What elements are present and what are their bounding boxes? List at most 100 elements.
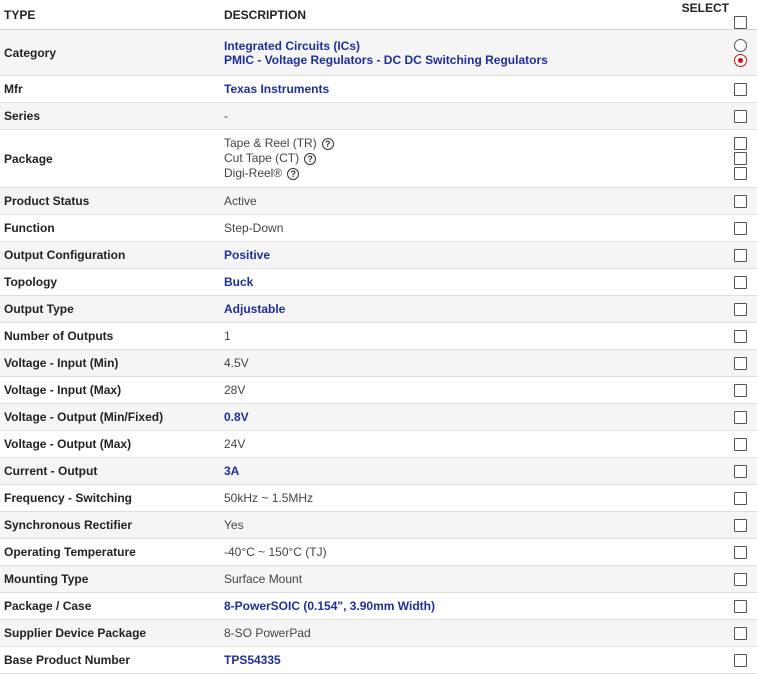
- select-checkbox[interactable]: [734, 152, 747, 166]
- value-link[interactable]: 3A: [224, 464, 239, 478]
- select-checkbox-function[interactable]: [734, 222, 747, 236]
- value-text: 8-SO PowerPad: [224, 626, 311, 641]
- select-checkbox-output-configuration[interactable]: [734, 249, 747, 263]
- select-checkbox-mfr[interactable]: [734, 83, 747, 97]
- select-cell: [667, 511, 757, 540]
- select-cell: [667, 187, 757, 216]
- select-checkbox-voltage-input-max[interactable]: [734, 384, 747, 398]
- table-row: Voltage - Output (Min/Fixed) 0.8V: [0, 403, 757, 432]
- table-row: Package Tape & Reel (TR)? Cut Tape (CT)? Di…: [0, 129, 757, 189]
- attribute-value: 8-PowerSOIC (0.154", 3.90mm Width): [220, 592, 667, 621]
- attribute-type: Output Type: [0, 295, 220, 324]
- select-checkbox-supplier-device-package[interactable]: [734, 627, 747, 641]
- select-checkbox-voltage-output-min-fixed[interactable]: [734, 411, 747, 425]
- value-link[interactable]: Texas Instruments: [224, 82, 329, 96]
- select-checkbox-series[interactable]: [734, 110, 747, 124]
- value-link[interactable]: Positive: [224, 248, 270, 262]
- attribute-value: Positive: [220, 241, 667, 270]
- select-checkbox-number-of-outputs[interactable]: [734, 330, 747, 344]
- select-cell: [667, 403, 757, 432]
- attribute-value: 3A: [220, 457, 667, 486]
- attribute-value: 4.5V: [220, 349, 667, 378]
- value-link[interactable]: Adjustable: [224, 302, 285, 316]
- value-link[interactable]: 0.8V: [224, 410, 249, 424]
- select-cell: [667, 619, 757, 648]
- select-cell: [667, 484, 757, 513]
- attribute-value: Yes: [220, 511, 667, 540]
- table-row: Mounting Type Surface Mount: [0, 565, 757, 594]
- attribute-rows: Category Integrated Circuits (ICs) PMIC - …: [0, 29, 757, 674]
- attribute-value: 0.8V: [220, 403, 667, 432]
- category-radio[interactable]: [734, 53, 747, 67]
- attribute-value: Texas Instruments: [220, 75, 667, 104]
- value-text: Tape & Reel (TR): [224, 136, 317, 151]
- select-checkbox-base-product-number[interactable]: [734, 654, 747, 668]
- select-checkbox-voltage-output-max[interactable]: [734, 438, 747, 452]
- select-cell: [667, 565, 757, 594]
- table-row: Product Status Active: [0, 187, 757, 216]
- value-text: -40°C ~ 150°C (TJ): [224, 545, 327, 560]
- attribute-type: Package / Case: [0, 592, 220, 621]
- table-row: Mfr Texas Instruments: [0, 75, 757, 104]
- attribute-value: TPS54335: [220, 646, 667, 674]
- select-checkbox[interactable]: [734, 167, 747, 181]
- table-row: Operating Temperature -40°C ~ 150°C (TJ): [0, 538, 757, 567]
- select-checkbox-voltage-input-min[interactable]: [734, 357, 747, 371]
- select-checkbox-output-type[interactable]: [734, 303, 747, 317]
- attribute-value: 1: [220, 322, 667, 351]
- select-checkbox-current-output[interactable]: [734, 465, 747, 479]
- select-checkbox-topology[interactable]: [734, 276, 747, 290]
- attribute-value: 28V: [220, 376, 667, 405]
- attribute-type: Voltage - Output (Min/Fixed): [0, 403, 220, 432]
- attribute-type: Topology: [0, 268, 220, 297]
- value-text: Digi-Reel®: [224, 166, 283, 181]
- attribute-type: Mfr: [0, 75, 220, 104]
- attribute-type: Voltage - Output (Max): [0, 430, 220, 459]
- value-link[interactable]: PMIC - Voltage Regulators - DC DC Switch…: [224, 53, 548, 67]
- attribute-value: -: [220, 102, 667, 131]
- attribute-value: Active: [220, 187, 667, 216]
- select-cell: [667, 295, 757, 324]
- attribute-value: Tape & Reel (TR)? Cut Tape (CT)? Digi-Reel…: [220, 129, 667, 189]
- product-attributes-table: TYPE DESCRIPTION SELECT Category Integrat…: [0, 0, 757, 674]
- attribute-value: 50kHz ~ 1.5MHz: [220, 484, 667, 513]
- select-checkbox-operating-temperature[interactable]: [734, 546, 747, 560]
- attribute-value: 24V: [220, 430, 667, 459]
- category-radio[interactable]: [734, 38, 747, 52]
- attribute-type: Mounting Type: [0, 565, 220, 594]
- select-column-label: SELECT: [681, 0, 729, 15]
- select-cell: [667, 349, 757, 378]
- select-cell: [667, 102, 757, 131]
- select-checkbox-package-case[interactable]: [734, 600, 747, 614]
- question-circle-icon[interactable]: ?: [304, 152, 317, 165]
- select-cell: [667, 241, 757, 270]
- select-checkbox[interactable]: [734, 137, 747, 151]
- select-cell: [667, 430, 757, 459]
- value-text: 50kHz ~ 1.5MHz: [224, 491, 314, 506]
- table-row: Topology Buck: [0, 268, 757, 297]
- attribute-value: 8-SO PowerPad: [220, 619, 667, 648]
- value-link[interactable]: Buck: [224, 275, 253, 289]
- question-circle-icon[interactable]: ?: [287, 167, 300, 180]
- value-text: -: [224, 109, 228, 124]
- question-circle-icon[interactable]: ?: [321, 137, 334, 150]
- value-link[interactable]: TPS54335: [224, 653, 281, 667]
- select-all-checkbox[interactable]: [734, 16, 747, 30]
- value-link[interactable]: Integrated Circuits (ICs): [224, 39, 360, 53]
- table-row: Series -: [0, 102, 757, 131]
- value-text: Surface Mount: [224, 572, 303, 587]
- select-checkbox-frequency-switching[interactable]: [734, 492, 747, 506]
- select-cell: [667, 457, 757, 486]
- select-checkbox-product-status[interactable]: [734, 195, 747, 209]
- attribute-value: Integrated Circuits (ICs) PMIC - Voltage …: [220, 29, 667, 77]
- table-row: Output Type Adjustable: [0, 295, 757, 324]
- value-link[interactable]: 8-PowerSOIC (0.154", 3.90mm Width): [224, 599, 435, 613]
- attribute-value: Surface Mount: [220, 565, 667, 594]
- select-checkbox-mounting-type[interactable]: [734, 573, 747, 587]
- attribute-type: Function: [0, 214, 220, 243]
- table-row: Synchronous Rectifier Yes: [0, 511, 757, 540]
- table-row: Current - Output 3A: [0, 457, 757, 486]
- select-checkbox-synchronous-rectifier[interactable]: [734, 519, 747, 533]
- attribute-value: -40°C ~ 150°C (TJ): [220, 538, 667, 567]
- value-text: Active: [224, 194, 257, 209]
